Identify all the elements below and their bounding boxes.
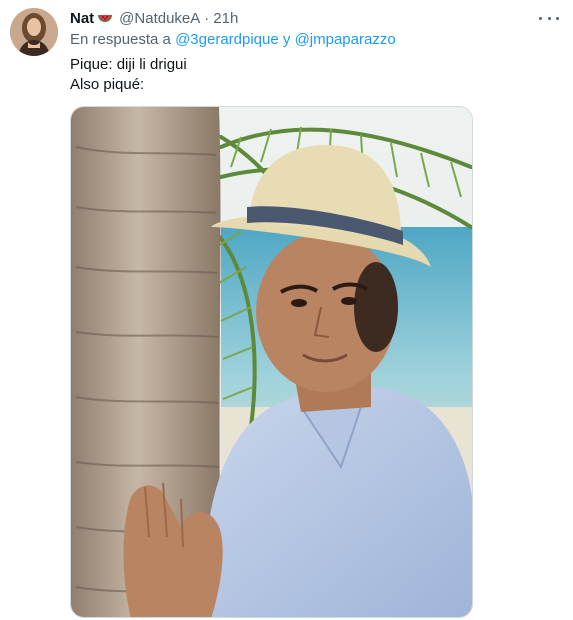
mention-link-gerardpique[interactable]: @3gerardpique bbox=[175, 31, 279, 48]
photo-man-palm-tree bbox=[71, 107, 472, 617]
display-name[interactable]: Nat bbox=[70, 10, 94, 27]
author-handle[interactable]: @NatdukeA bbox=[119, 10, 200, 27]
ellipsis-icon bbox=[556, 16, 559, 20]
reply-prefix: En respuesta a bbox=[70, 31, 171, 48]
more-options-button[interactable] bbox=[539, 10, 559, 26]
reply-context: En respuesta a @3gerardpique y @jmpapara… bbox=[70, 31, 396, 48]
timestamp[interactable]: 21h bbox=[213, 10, 238, 27]
avatar-image bbox=[10, 8, 58, 56]
reply-conjunction: y bbox=[282, 31, 291, 48]
tweet-media-image[interactable] bbox=[70, 106, 473, 618]
separator-dot: · bbox=[204, 9, 210, 27]
tweet-text-line: Pique: diji li drigui bbox=[70, 56, 187, 73]
avatar[interactable] bbox=[10, 8, 58, 56]
watermelon-icon bbox=[97, 12, 113, 24]
ellipsis-icon bbox=[547, 16, 551, 20]
ellipsis-icon bbox=[539, 16, 542, 20]
tweet-text: Pique: diji li drigui Also piqué: bbox=[70, 55, 187, 95]
mention-link-jmpaparazzo[interactable]: @jmpaparazzo bbox=[295, 31, 396, 48]
tweet-header: Nat @NatdukeA · 21h bbox=[70, 7, 238, 29]
tweet[interactable]: Nat @NatdukeA · 21h En respuesta a @3ger… bbox=[0, 0, 573, 620]
tweet-text-line: Also piqué: bbox=[70, 76, 145, 93]
